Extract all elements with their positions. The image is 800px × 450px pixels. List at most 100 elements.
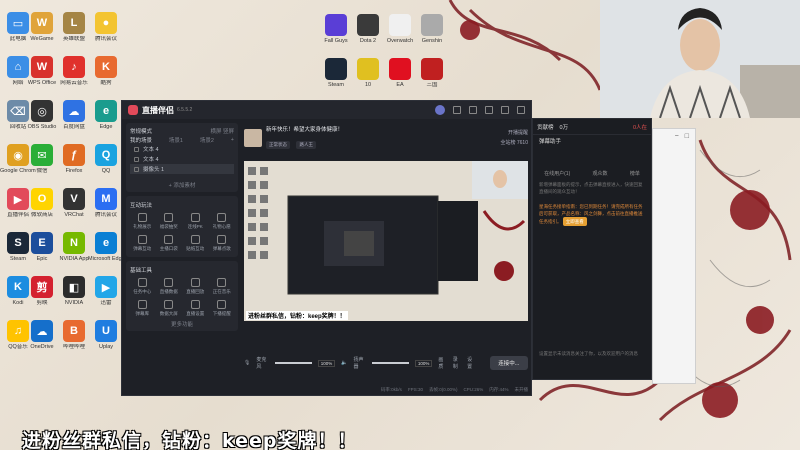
add-scene-icon[interactable]: + (231, 137, 234, 143)
source-item[interactable]: 文本 4 (130, 144, 234, 154)
basic-tool[interactable]: 弹幕库 (130, 299, 155, 319)
message-icon[interactable] (453, 106, 461, 114)
source-item[interactable]: 摄像头 1 (130, 164, 234, 174)
desktop-icon[interactable]: Steam (318, 58, 354, 88)
desktop-icon[interactable]: ƒ Firefox (56, 144, 92, 174)
stream-preview[interactable]: 进粉丝群私信，钻粉：keep奖牌！！ (244, 161, 528, 321)
desktop-icon[interactable]: U Uplay (88, 320, 124, 350)
record-button[interactable]: 录制 (453, 356, 461, 370)
speaker-volume-value[interactable]: 100% (414, 359, 433, 367)
basic-tool[interactable]: 直播回放 (183, 277, 208, 297)
view-now-button[interactable]: 立即查看 (562, 217, 587, 226)
desktop-icon[interactable]: 10 (350, 58, 386, 88)
desktop-icon[interactable]: Overwatch (382, 14, 418, 44)
quality-button[interactable]: 画质 (438, 356, 446, 370)
desktop-icon[interactable]: ✉ 微信 (24, 144, 60, 174)
interaction-tool[interactable]: 福袋抽奖 (157, 212, 182, 232)
speaker-volume-slider[interactable] (372, 362, 409, 364)
scene-tab-2[interactable]: 场景2 (200, 136, 214, 144)
basic-tool[interactable]: 直播设置 (183, 299, 208, 319)
maximize-icon[interactable]: □ (685, 133, 689, 140)
desktop-icon[interactable]: ♪ 网易云音乐 (56, 56, 92, 86)
headset-icon[interactable] (469, 106, 477, 114)
interaction-tool[interactable]: 弹幕互动 (130, 234, 155, 254)
mic-icon[interactable]: 🎙 (244, 360, 250, 366)
settings-button[interactable]: 设置 (467, 356, 475, 370)
desktop-icon[interactable]: W WeGame (24, 12, 60, 42)
basic-tool-label: 任务中心 (133, 289, 152, 294)
desktop-icon[interactable]: O 微软商店 (24, 188, 60, 218)
visibility-icon[interactable] (134, 166, 139, 172)
add-source-button[interactable]: + 添加素材 (169, 181, 196, 189)
desktop-icon[interactable]: E Epic (24, 232, 60, 262)
desktop-icon[interactable]: ◧ NVIDIA (56, 276, 92, 306)
desktop-icon[interactable]: Fall Guys (318, 14, 354, 44)
basic-tool-label: 直播设置 (186, 311, 205, 316)
contribution-tab[interactable]: 贡献榜 (537, 123, 554, 131)
tab-viewer-count[interactable]: 观众数 (593, 170, 608, 177)
cover-thumbnail[interactable] (244, 129, 262, 147)
desktop-icon[interactable]: Q QQ (88, 144, 124, 174)
mic-volume-slider[interactable] (274, 362, 312, 364)
desktop-icon-label: 酷狗 (100, 80, 112, 86)
interaction-tool[interactable]: 主播口袋 (157, 234, 182, 254)
minimize-icon[interactable] (501, 106, 509, 114)
announcement-text[interactable]: 新年快乐！希望大家身体健康！ (266, 125, 343, 133)
desktop-icon[interactable]: e Edge (88, 100, 124, 130)
interaction-tool[interactable]: 礼物展示 (130, 212, 155, 232)
desktop-icon[interactable]: ☁ 百度网盘 (56, 100, 92, 130)
desktop-icon[interactable]: 三国 (414, 58, 450, 88)
desktop-icon[interactable]: ▶ 迅雷 (88, 276, 124, 306)
close-icon[interactable] (517, 106, 525, 114)
desktop-icon[interactable]: ☁ OneDrive (24, 320, 60, 350)
visibility-icon[interactable] (134, 156, 139, 162)
basic-tool[interactable]: 下播提醒 (210, 299, 235, 319)
interaction-tool[interactable]: 弹幕点歌 (210, 234, 235, 254)
more-functions-link[interactable]: 更多功能 (171, 320, 193, 328)
desktop-icon[interactable]: ● 腾讯会议 (88, 12, 124, 42)
stream-reminder-button[interactable]: 开播提醒 (500, 128, 528, 138)
desktop-icon[interactable]: e Microsoft Edge (88, 232, 124, 262)
mode-selector[interactable]: 常规模式 (130, 127, 152, 135)
desktop-icon[interactable]: ◎ OBS Studio (24, 100, 60, 130)
desktop-icon[interactable]: V VRChat (56, 188, 92, 218)
desktop-icon[interactable]: M 腾讯会议 (88, 188, 124, 218)
app-icon: Q (95, 144, 117, 166)
desktop-icon[interactable]: B 哔哩哔哩 (56, 320, 92, 350)
app-name: 直播伴侣 (142, 105, 174, 115)
visibility-icon[interactable] (134, 146, 139, 152)
desktop-icon[interactable]: N NVIDIA App (56, 232, 92, 262)
desktop-icon[interactable]: Genshin (414, 14, 450, 44)
basic-tool[interactable]: 数据大屏 (157, 299, 182, 319)
status-tag: 正常状态 (266, 141, 290, 149)
portrait-toggle[interactable]: 竖屏 (223, 129, 234, 135)
desktop-icon[interactable]: K 酷狗 (88, 56, 124, 86)
scene-tab-1[interactable]: 场景1 (169, 136, 183, 144)
cpu-usage: CPU:26% (463, 387, 484, 392)
basic-tool[interactable]: 直播数据 (157, 277, 182, 297)
interaction-tool[interactable]: 连线PK (183, 212, 208, 232)
desktop-icon[interactable]: L 英雄联盟 (56, 12, 92, 42)
menu-icon[interactable] (485, 106, 493, 114)
minimize-icon[interactable]: − (675, 133, 679, 140)
interaction-tool[interactable]: 贴纸互动 (183, 234, 208, 254)
desktop-icon[interactable]: 剪剪映 (24, 276, 60, 306)
mic-volume-value[interactable]: 100% (317, 359, 336, 367)
tab-rank[interactable]: 榜单 (630, 170, 640, 177)
rank-button[interactable]: 全站榜 (500, 140, 515, 146)
speaker-icon[interactable]: 🔈 (341, 360, 347, 366)
basic-tool[interactable]: 正在音乐 (210, 277, 235, 297)
desktop-icon[interactable]: EA (382, 58, 418, 88)
desktop-icon[interactable]: Dota 2 (350, 14, 386, 44)
basic-tool[interactable]: 任务中心 (130, 277, 155, 297)
tab-online-users[interactable]: 在线用户(1) (544, 170, 570, 177)
connect-button[interactable]: 连接中... (489, 356, 528, 370)
user-avatar[interactable] (435, 105, 445, 115)
interaction-tool[interactable]: 礼物心愿 (210, 212, 235, 232)
desktop-icon-label: 剪映 (36, 300, 48, 306)
landscape-toggle[interactable]: 横屏 (210, 129, 221, 135)
desktop-icon-label: 腾讯会议 (94, 36, 117, 42)
desktop-icon[interactable]: W WPS Office (24, 56, 60, 86)
source-item[interactable]: 文本 4 (130, 154, 234, 164)
gift-tab[interactable]: 0万 (560, 123, 569, 131)
